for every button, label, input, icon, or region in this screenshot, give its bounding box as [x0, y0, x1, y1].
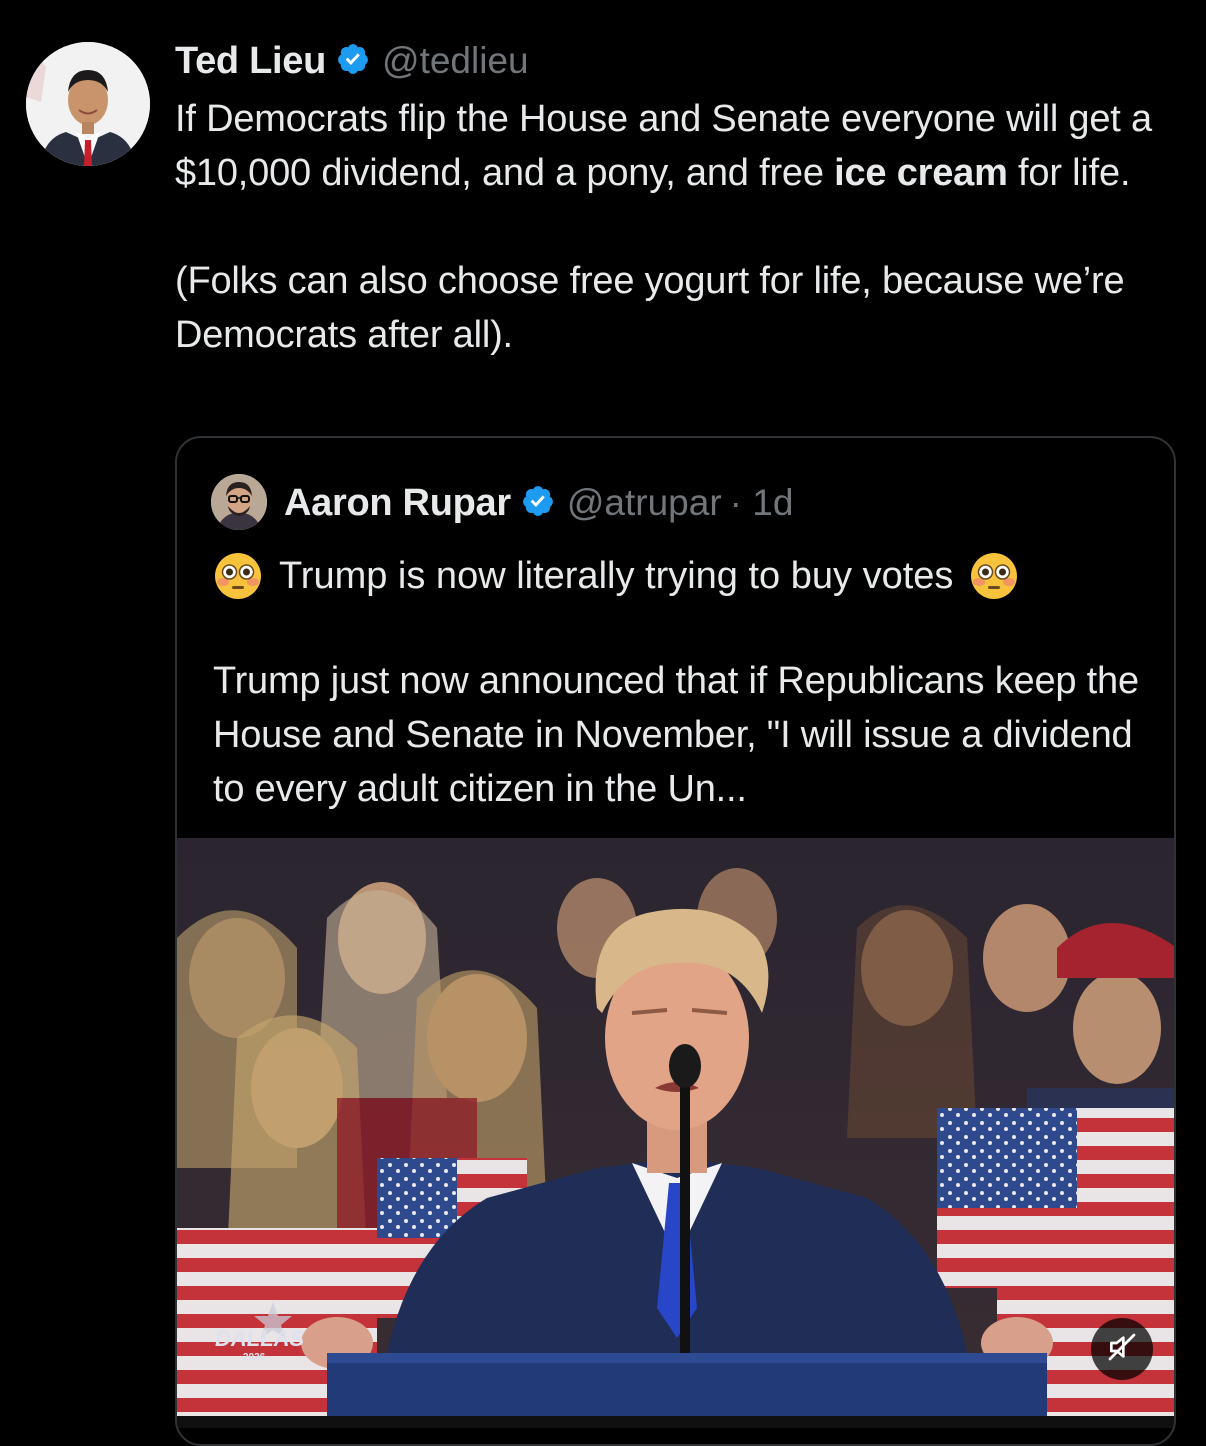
author-name[interactable]: Ted Lieu — [175, 40, 326, 83]
tweet-paragraph-1: If Democrats flip the House and Senate e… — [175, 92, 1185, 200]
tweet-paragraph-2: (Folks can also choose free yogurt for l… — [175, 260, 1125, 356]
quoted-tweet-body: Trump just now announced that if Republi… — [213, 660, 1139, 810]
mute-button[interactable] — [1091, 1318, 1153, 1380]
quoted-author-name[interactable]: Aaron Rupar — [284, 482, 511, 525]
verified-badge-icon[interactable] — [521, 484, 555, 523]
tweet-header: Ted Lieu @tedlieu — [175, 36, 529, 86]
flushed-face-emoji-icon — [969, 551, 1019, 601]
author-handle[interactable]: @tedlieu — [382, 40, 529, 82]
quoted-tweet-line1: Trump is now literally trying to buy vot… — [279, 554, 954, 597]
quoted-tweet-video[interactable]: DALLAS 2026 — [177, 838, 1174, 1428]
quoted-author-avatar[interactable] — [211, 474, 267, 530]
quoted-tweet-headline: Trump is now literally trying to buy vot… — [213, 546, 1173, 606]
tweet-text-bold: ice cream — [834, 152, 1008, 194]
muted-speaker-icon — [1106, 1331, 1138, 1368]
quoted-author-handle[interactable]: @atrupar — [567, 482, 722, 524]
flushed-face-emoji-icon — [213, 551, 263, 601]
quoted-tweet-age[interactable]: · 1d — [730, 482, 794, 524]
quoted-tweet-card[interactable]: Aaron Rupar @atrupar · 1d Trump is now l… — [175, 436, 1176, 1446]
tweet-text-part-2: for life. — [1007, 152, 1131, 194]
verified-badge-icon[interactable] — [336, 42, 370, 81]
quoted-tweet-header: Aaron Rupar @atrupar · 1d — [284, 476, 793, 530]
video-frame-image — [177, 838, 1174, 1428]
dallas-logo-year: 2026 — [243, 1352, 266, 1363]
dallas-logo: DALLAS 2026 — [213, 1298, 323, 1368]
author-avatar[interactable] — [26, 42, 150, 166]
tweet-text: If Democrats flip the House and Senate e… — [175, 92, 1185, 362]
dallas-logo-text: DALLAS — [215, 1326, 305, 1351]
